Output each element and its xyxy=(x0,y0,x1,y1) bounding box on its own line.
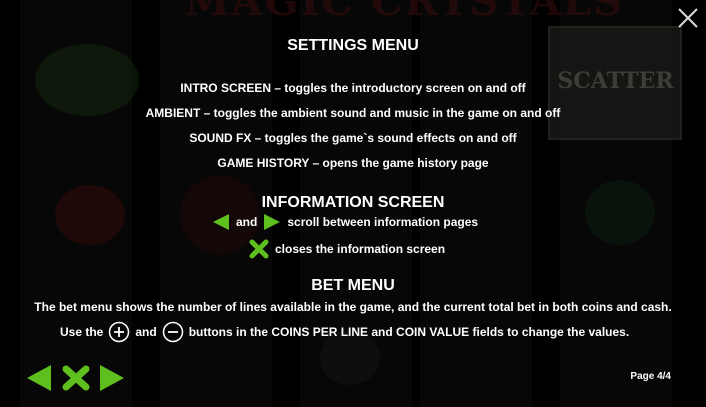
bet-heading: BET MENU xyxy=(311,277,395,294)
x-icon xyxy=(249,239,269,259)
bg-gem-symbol xyxy=(585,180,655,245)
settings-item-intro: INTRO SCREEN – toggles the introductory … xyxy=(180,81,526,95)
settings-item-game-history: GAME HISTORY – opens the game history pa… xyxy=(217,156,489,170)
prev-page-button[interactable] xyxy=(26,364,52,397)
info-arrows-and: and xyxy=(236,215,258,229)
close-button[interactable] xyxy=(676,6,700,30)
bet-buttons-text: buttons in the COINS PER LINE and COIN V… xyxy=(188,325,630,339)
close-info-button[interactable] xyxy=(61,364,91,397)
information-heading: INFORMATION SCREEN xyxy=(261,194,445,211)
info-arrows-text: scroll between information pages xyxy=(287,215,479,229)
arrow-right-icon xyxy=(100,365,124,391)
info-close-row: closes the information screen xyxy=(249,239,445,259)
settings-heading: SETTINGS MENU xyxy=(287,37,419,54)
next-page-button[interactable] xyxy=(99,364,125,397)
settings-item-sound-fx: SOUND FX – toggles the game`s sound effe… xyxy=(189,131,517,145)
arrow-left-icon xyxy=(213,214,229,230)
minus-circle-icon xyxy=(162,321,183,343)
bet-buttons-row: Use the and buttons in the COINS PER LIN… xyxy=(60,321,629,343)
plus-circle-icon xyxy=(109,321,130,343)
page-indicator: Page 4/4 xyxy=(630,371,671,382)
bet-description: The bet menu shows the number of lines a… xyxy=(34,300,672,314)
arrow-left-icon xyxy=(27,365,51,391)
arrow-right-icon xyxy=(264,214,281,230)
settings-item-ambient: AMBIENT – toggles the ambient sound and … xyxy=(145,106,561,120)
x-icon xyxy=(62,365,90,391)
close-icon xyxy=(678,8,698,28)
background-game-logo: MAGIC CRYSTALS xyxy=(185,0,624,25)
info-arrows-row: and scroll between information pages xyxy=(212,213,478,231)
bet-and: and xyxy=(135,325,157,339)
bet-use-the: Use the xyxy=(60,325,104,339)
info-close-text: closes the information screen xyxy=(275,242,446,256)
